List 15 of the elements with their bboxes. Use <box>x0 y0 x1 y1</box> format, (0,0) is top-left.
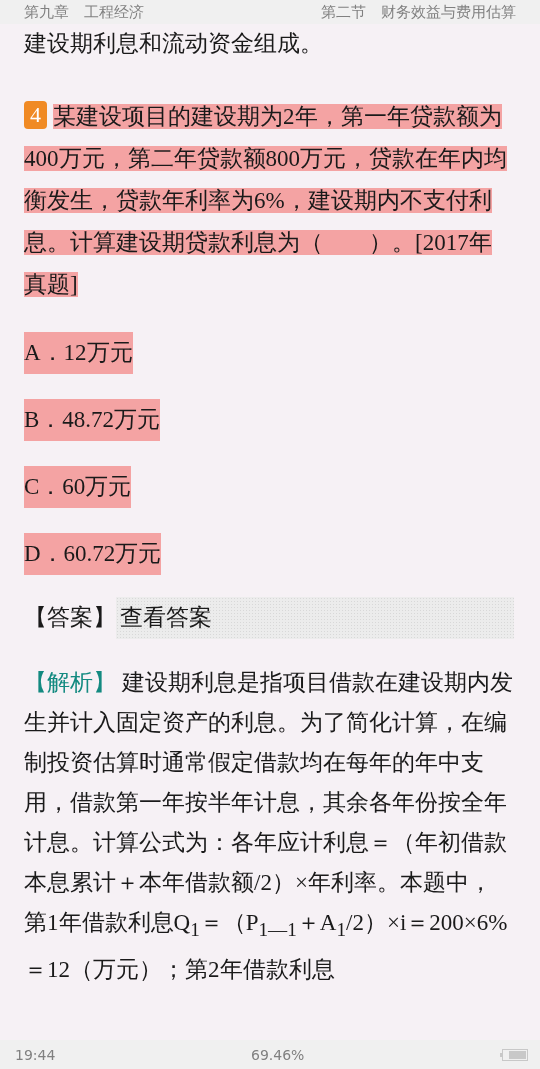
answer-option[interactable]: D．60.72万元 <box>24 533 162 575</box>
show-answer-button[interactable]: 查看答案 <box>116 597 514 639</box>
question-text: 4 某建设项目的建设期为2年，第一年贷款额为400万元，第二年贷款额800万元，贷款在年内均衡发生，贷款年利率为6%，建设期内不支付利息。计算建设期贷款利息为（ ）。[2017年真题] <box>24 100 508 299</box>
answer-label: 【答案】 <box>24 604 116 632</box>
analysis-paragraph: 【解析】 建设期利息是指项目借款在建设期内发生并计入固定资产的利息。为了简化计算，在编制投资估算时通常假定借款均在每年的年中支用，借款第一年按半年计息，其余各年份按全年计息。计算公式为：各年应计利息＝（年初借款本息累计＋本年借款额/2）×年利率。本题中，第1年借款利息Q$_{1}$＝（P$_{1—1}$＋A$_{1}$/2）×i＝200×6%＝12（万元）；第2年借款利息 <box>24 669 514 984</box>
battery-icon <box>500 1048 528 1061</box>
chapter-title: 第九章 工程经济 <box>24 2 144 22</box>
answer-option[interactable]: C．60万元 <box>24 466 132 508</box>
percent-read-text: 69.46% <box>251 1046 305 1063</box>
answer-option[interactable]: B．48.72万元 <box>24 399 161 441</box>
section-title: 第二节 财务效益与费用估算 <box>321 2 516 22</box>
question-number: 4 <box>24 101 47 129</box>
previous-paragraph: 建设期利息和流动资金组成。 <box>24 30 324 58</box>
clock-time: 19:44 <box>15 1046 56 1063</box>
answer-option[interactable]: A．12万元 <box>24 332 133 374</box>
